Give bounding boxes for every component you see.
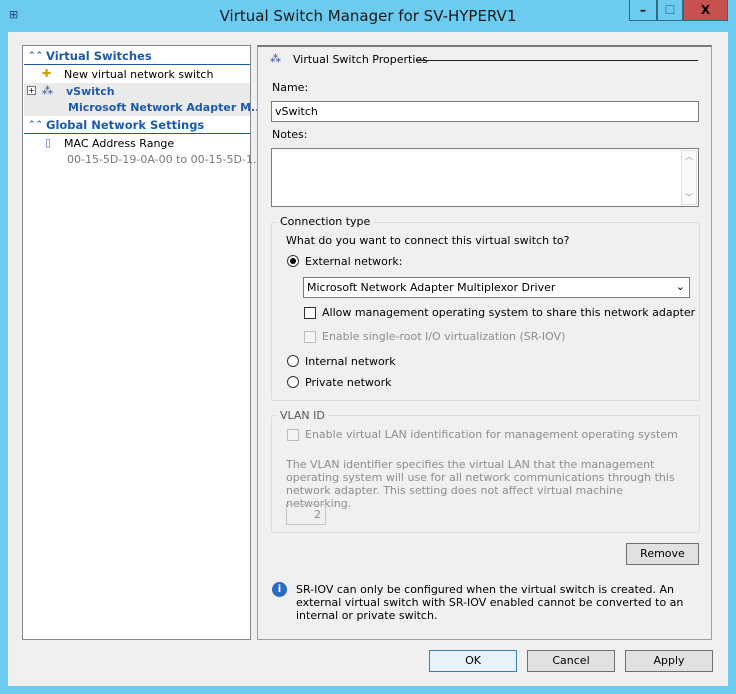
scroll-down-icon[interactable]: ﹀ — [682, 192, 696, 203]
ok-button[interactable]: OK — [429, 650, 517, 672]
mac-address-item[interactable]: ▯ MAC Address Range 00-15-5D-19-0A-00 to… — [24, 135, 263, 169]
remove-button[interactable]: Remove — [626, 543, 699, 565]
window-title: Virtual Switch Manager for SV-HYPERV1 — [219, 7, 517, 25]
close-button[interactable]: X — [683, 0, 728, 21]
network-switch-icon: ⁂ — [270, 52, 281, 65]
info-text: SR-IOV can only be configured when the v… — [296, 583, 684, 622]
cancel-button[interactable]: Cancel — [527, 650, 615, 672]
scroll-up-icon[interactable]: ︿ — [682, 151, 696, 162]
internal-network-radio[interactable] — [287, 355, 299, 367]
new-switch-item[interactable]: ✚ New virtual network switch — [24, 66, 250, 83]
network-add-icon: ✚ — [42, 67, 52, 80]
info-icon: i — [272, 582, 287, 597]
network-switch-icon: ⁂ — [42, 84, 53, 97]
navigation-pane: ⌃⌃ Virtual Switches ✚ New virtual network… — [22, 45, 264, 640]
chevron-down-icon: ⌄ — [675, 280, 685, 293]
network-plug-icon: ▯ — [45, 136, 52, 149]
external-network-radio[interactable] — [287, 255, 299, 267]
vlan-id-input: 2 — [286, 504, 326, 525]
vlan-enable-checkbox — [287, 429, 299, 441]
collapse-icon: ⌃⌃ — [28, 120, 44, 130]
collapse-icon: ⌃⌃ — [28, 51, 44, 61]
vswitch-item[interactable]: + ⁂ vSwitch Microsoft Network Adapter M.… — [24, 83, 264, 116]
expand-icon[interactable]: + — [27, 86, 36, 95]
properties-pane: ⁂ Virtual Switch Properties Name: Notes:… — [257, 45, 712, 640]
notes-textarea[interactable]: ︿ ﹀ — [271, 148, 699, 207]
section-global-network-settings[interactable]: ⌃⌃ Global Network Settings — [24, 117, 250, 134]
apply-button[interactable]: Apply — [625, 650, 713, 672]
private-network-radio[interactable] — [287, 376, 299, 388]
allow-management-checkbox[interactable] — [304, 307, 316, 319]
section-virtual-switches[interactable]: ⌃⌃ Virtual Switches — [24, 48, 250, 65]
name-input[interactable] — [271, 101, 699, 122]
divider — [416, 60, 698, 61]
section-title: Virtual Switch Properties — [293, 53, 428, 66]
notes-label: Notes: — [272, 128, 308, 141]
minimize-button[interactable]: – — [629, 0, 657, 21]
vlan-description: The VLAN identifier specifies the virtua… — [286, 458, 675, 510]
notes-scrollbar[interactable]: ︿ ﹀ — [681, 150, 697, 205]
sriov-checkbox — [304, 331, 316, 343]
name-label: Name: — [272, 81, 309, 94]
adapter-dropdown[interactable]: Microsoft Network Adapter Multiplexor Dr… — [303, 277, 690, 298]
maximize-button[interactable]: ☐ — [657, 0, 683, 21]
